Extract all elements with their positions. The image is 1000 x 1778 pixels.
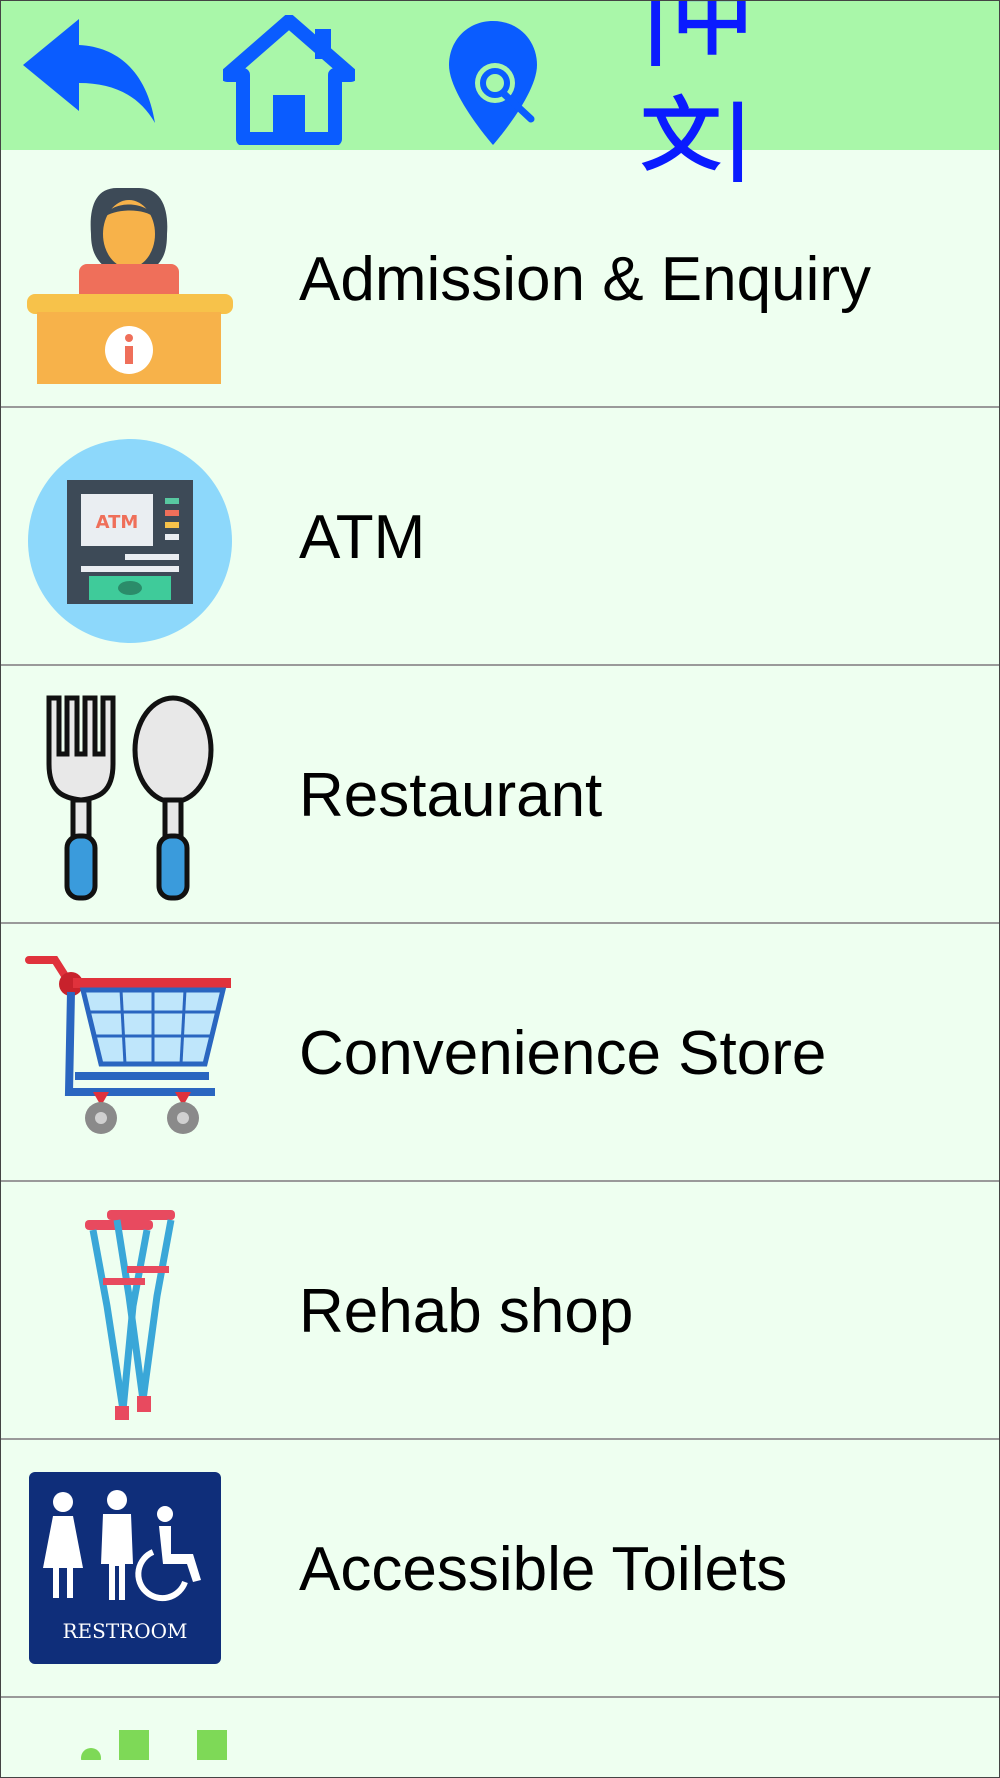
list-item-partial[interactable]: [1, 1698, 999, 1760]
location-search-button[interactable]: [445, 17, 541, 149]
list-item-atm[interactable]: ATM ATM: [1, 408, 999, 666]
reception-desk-icon: [25, 178, 235, 388]
list-item-label: Admission & Enquiry: [299, 244, 872, 314]
back-button[interactable]: [21, 15, 157, 125]
home-button[interactable]: [220, 14, 358, 146]
list-item-admission-enquiry[interactable]: Admission & Enquiry: [1, 150, 999, 408]
fork-spoon-icon: [25, 694, 235, 904]
atm-icon: ATM: [25, 436, 235, 646]
shopping-cart-icon: [25, 952, 235, 1162]
language-toggle-button[interactable]: |中文|: [641, 1, 865, 182]
atm-screen-text: ATM: [96, 512, 139, 533]
list-partial-icon: [81, 1730, 227, 1760]
crutches-icon: [25, 1210, 235, 1422]
restroom-sign-icon: RESTROOM: [25, 1468, 235, 1678]
facility-list: Admission & Enquiry ATM ATM Restaurant C…: [1, 150, 999, 1760]
list-item-label: Restaurant: [299, 760, 603, 830]
list-item-convenience-store[interactable]: Convenience Store: [1, 924, 999, 1182]
list-item-accessible-toilets[interactable]: RESTROOM Accessible Toilets: [1, 1440, 999, 1698]
back-arrow-icon: [23, 19, 155, 123]
list-item-label: ATM: [299, 502, 426, 572]
location-search-icon: [449, 21, 537, 145]
home-icon: [220, 14, 358, 146]
list-item-label: Convenience Store: [299, 1018, 827, 1088]
top-nav-bar: |中文|: [1, 1, 999, 182]
list-item-label: Accessible Toilets: [299, 1534, 788, 1604]
restroom-sign-text: RESTROOM: [62, 1619, 187, 1643]
list-item-label: Rehab shop: [299, 1276, 634, 1346]
app-frame: |中文| Admission & Enquiry ATM ATM Restaur…: [0, 0, 1000, 1778]
list-item-rehab-shop[interactable]: Rehab shop: [1, 1182, 999, 1440]
list-item-restaurant[interactable]: Restaurant: [1, 666, 999, 924]
